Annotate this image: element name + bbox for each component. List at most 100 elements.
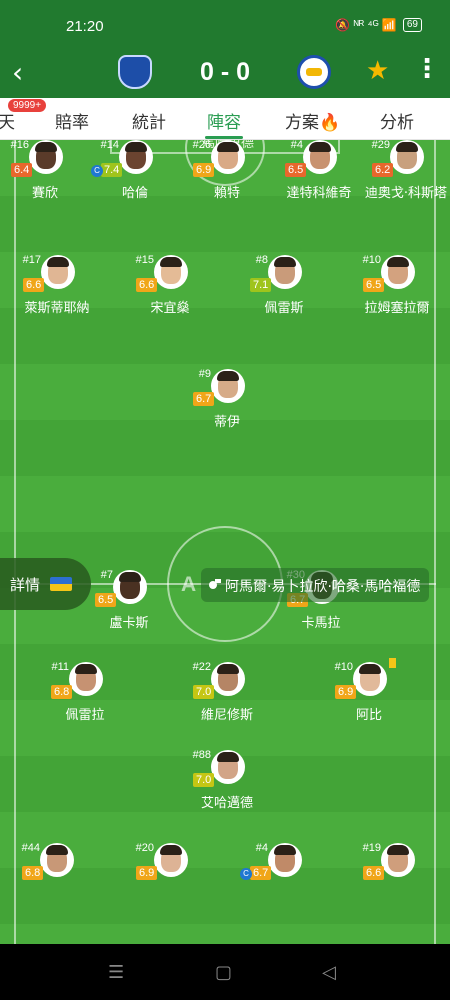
- player-name: 達特科維奇: [286, 186, 352, 201]
- player-number: #9: [198, 368, 211, 380]
- home-player[interactable]: #9 6.7 蒂伊: [177, 368, 277, 447]
- player-number: #15: [135, 254, 154, 266]
- player-rating: 6.7: [193, 392, 215, 406]
- status-bar: 21:20 🔕 ᴺᴿ ⁴ᴳ 📶 69: [0, 0, 450, 52]
- away-player[interactable]: #10 6.9 阿比: [319, 658, 419, 740]
- player-name: 迪奧戈·科斯塔: [364, 186, 448, 201]
- tab-stats[interactable]: 統計: [132, 108, 166, 133]
- status-time: 21:20: [66, 18, 104, 35]
- match-header: ‹ 0 - 0 ★ ⋮: [0, 52, 450, 98]
- away-player[interactable]: #7 6.5 盧卡斯: [79, 569, 179, 648]
- away-player[interactable]: #19 6.6: [347, 842, 447, 921]
- away-player[interactable]: #88 7.0 艾哈邁德: [177, 749, 277, 828]
- player-avatar: [303, 140, 337, 174]
- player-rating: 7.1: [250, 278, 272, 292]
- favorite-star-icon[interactable]: ★: [366, 56, 389, 86]
- player-number: #7: [100, 569, 113, 581]
- player-rating: 6.4: [11, 163, 33, 177]
- player-number: #44: [21, 842, 40, 854]
- details-button[interactable]: 詳情: [0, 558, 91, 610]
- tab-plans[interactable]: 方案🔥: [285, 108, 340, 133]
- player-rating: 6.5: [95, 593, 117, 607]
- home-player[interactable]: #17 6.6 萊斯蒂耶納: [7, 254, 107, 333]
- player-name: 賴特: [213, 186, 240, 201]
- player-rating: 7.0: [193, 773, 215, 787]
- player-number: #11: [51, 661, 69, 673]
- tab-analysis[interactable]: 分析: [380, 108, 414, 133]
- player-number: #88: [192, 749, 211, 761]
- home-player[interactable]: #26 6.9 賴特: [177, 140, 277, 218]
- status-signal-icons: 🔕 ᴺᴿ ⁴ᴳ 📶: [335, 18, 397, 32]
- away-player[interactable]: #20 6.9: [120, 842, 220, 921]
- player-name: 蒂伊: [213, 415, 240, 430]
- player-avatar: [390, 140, 424, 174]
- player-number: #26: [192, 140, 211, 151]
- more-options-icon[interactable]: ⋮: [414, 54, 440, 84]
- player-avatar: [69, 662, 103, 696]
- player-rating: 7.4: [101, 163, 123, 177]
- player-name: 佩雷斯: [264, 301, 304, 316]
- home-player[interactable]: #8 7.1 佩雷斯: [234, 254, 334, 333]
- away-player[interactable]: #11 6.8 佩雷拉: [35, 661, 135, 740]
- away-player[interactable]: #22 7.0 維尼修斯: [177, 661, 277, 740]
- player-avatar: [41, 255, 75, 289]
- player-avatar: [381, 255, 415, 289]
- player-number: #14: [100, 140, 119, 151]
- player-name: 哈倫: [121, 186, 148, 201]
- referee-letter: A: [181, 573, 197, 596]
- player-name: 宋宜燊: [150, 301, 190, 316]
- home-icon[interactable]: ▢: [215, 962, 232, 983]
- player-number: #19: [362, 842, 381, 854]
- yellow-card-icon: [389, 658, 396, 668]
- player-avatar: [268, 843, 302, 877]
- player-name: 萊斯蒂耶納: [24, 301, 90, 316]
- player-avatar: [40, 843, 74, 877]
- player-rating: 6.8: [22, 866, 44, 880]
- player-name: 拉姆塞拉爾: [364, 301, 430, 316]
- home-player[interactable]: #10 6.5 拉姆塞拉爾: [347, 254, 447, 333]
- player-avatar: [119, 140, 153, 174]
- tab-bar: 天 9999+ 賠率 統計 陣容 方案🔥 分析: [0, 98, 450, 140]
- away-team-logo[interactable]: [297, 55, 331, 89]
- home-player[interactable]: #4 6.5 達特科維奇: [269, 140, 369, 218]
- player-avatar: [211, 140, 245, 174]
- player-number: #29: [371, 140, 390, 151]
- battery-icon: 69: [402, 18, 422, 32]
- home-player[interactable]: #29 6.2 迪奧戈·科斯塔: [356, 140, 450, 218]
- captain-badge: C: [91, 165, 103, 177]
- home-player[interactable]: #16 6.4 賽欣: [0, 140, 95, 218]
- player-number: #8: [255, 254, 268, 266]
- away-player[interactable]: #44 6.8: [6, 842, 106, 921]
- recent-apps-icon[interactable]: ☰: [108, 962, 124, 983]
- player-name: 維尼修斯: [200, 708, 253, 723]
- away-player[interactable]: #4 6.7 C: [234, 842, 334, 921]
- player-avatar: [211, 369, 245, 403]
- home-player[interactable]: #14 7.4 C 哈倫: [85, 140, 185, 218]
- tab-odds[interactable]: 賠率: [55, 108, 89, 133]
- player-rating: 6.6: [363, 866, 385, 880]
- player-number: #22: [192, 661, 211, 673]
- player-avatar: [211, 662, 245, 696]
- chat-count-badge: 9999+: [8, 99, 47, 112]
- player-name: 賽欣: [31, 186, 58, 201]
- player-rating: 6.6: [23, 278, 45, 292]
- player-number: #4: [290, 140, 303, 151]
- player-avatar: [353, 662, 387, 696]
- tab-lineup[interactable]: 陣容: [207, 108, 241, 133]
- back-nav-icon[interactable]: ◁: [322, 962, 336, 983]
- player-rating: 6.9: [193, 163, 215, 177]
- status-icons: 🔕 ᴺᴿ ⁴ᴳ 📶 69: [335, 18, 422, 32]
- player-name: 卡馬拉: [301, 616, 341, 631]
- lineup-pitch: 馬哈巴德 #166.4賽欣#147.4C哈倫#266.9賴特#46.5達特科維奇…: [0, 140, 450, 944]
- player-rating: 6.5: [285, 163, 307, 177]
- home-player[interactable]: #15 6.6 宋宜燊: [120, 254, 220, 333]
- home-team-logo[interactable]: [118, 55, 152, 89]
- active-tab-indicator: [205, 136, 243, 139]
- system-nav-bar: ☰ ▢ ◁: [0, 944, 450, 1000]
- back-icon[interactable]: ‹: [12, 58, 23, 88]
- captain-badge: C: [240, 868, 252, 880]
- player-number: #16: [10, 140, 29, 151]
- details-label: 詳情: [10, 576, 41, 594]
- player-avatar: [211, 750, 245, 784]
- player-rating: 6.8: [51, 685, 73, 699]
